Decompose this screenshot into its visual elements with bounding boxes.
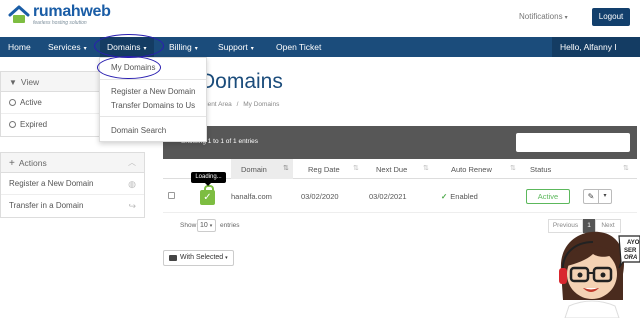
cell-auto-renew: ✓ Enabled: [441, 192, 478, 201]
sort-asc-icon[interactable]: ⇅: [283, 164, 289, 172]
sort-icon[interactable]: ⇅: [623, 164, 629, 172]
view-option-label: Expired: [20, 120, 48, 129]
actions-panel: + Actions ︿ Register a New Domain ◍ Transf…: [0, 152, 145, 218]
dropdown-my-domains[interactable]: My Domains: [111, 63, 155, 72]
notifications-menu[interactable]: Notifications ▾: [519, 12, 568, 21]
ssl-lock-icon[interactable]: ✓: [200, 185, 215, 205]
row-checkbox[interactable]: [168, 192, 175, 199]
nav-billing-label: Billing: [169, 42, 192, 52]
page-size-select[interactable]: 10 ▾: [197, 219, 216, 232]
actions-panel-title: Actions: [18, 158, 47, 168]
main-navbar: Home Services ▾ Domains ▾ Billing ▾ Support…: [0, 37, 640, 57]
sort-icon[interactable]: ⇅: [423, 164, 429, 172]
with-selected-button[interactable]: With Selected ▾: [163, 250, 234, 266]
radio-icon: [9, 121, 16, 128]
brand-name-part1: rumah: [33, 3, 81, 20]
cell-domain[interactable]: hanalfa.com: [231, 192, 272, 201]
logout-button[interactable]: Logout: [592, 8, 630, 26]
folder-icon: [169, 255, 177, 261]
sort-icon[interactable]: ⇅: [353, 164, 359, 172]
chevron-up-icon[interactable]: ︿: [128, 153, 136, 173]
breadcrumb: Client Area / My Domains: [200, 101, 279, 108]
top-header: rumahweb fearless hosting solution Notif…: [0, 0, 640, 37]
wrench-icon[interactable]: ✎: [583, 189, 599, 204]
action-register-domain[interactable]: Register a New Domain ◍: [1, 173, 144, 195]
nav-services-label: Services: [48, 42, 81, 52]
caret-down-icon: ▾: [564, 15, 568, 21]
column-next-due[interactable]: Next Due: [376, 165, 407, 174]
house-logo-icon: [8, 4, 30, 26]
nav-open-ticket-label: Open Ticket: [276, 42, 322, 52]
action-transfer-domain[interactable]: Transfer in a Domain ↪: [1, 195, 144, 217]
speech-line-2: SER: [624, 248, 637, 254]
plus-icon: +: [9, 158, 15, 169]
nav-home[interactable]: Home: [8, 37, 31, 57]
nav-support[interactable]: Support ▾: [218, 37, 254, 57]
entries-label: entries: [220, 222, 240, 229]
brand-logo[interactable]: rumahweb fearless hosting solution: [8, 4, 111, 26]
actions-panel-header[interactable]: + Actions ︿: [1, 153, 144, 173]
globe-icon: ◍: [128, 179, 136, 189]
nav-billing[interactable]: Billing ▾: [169, 37, 198, 57]
column-status[interactable]: Status: [530, 165, 551, 174]
sort-icon[interactable]: ⇅: [510, 164, 516, 172]
show-label: Show: [180, 222, 197, 229]
nav-support-label: Support: [218, 42, 248, 52]
view-option-label: Active: [20, 98, 42, 107]
user-menu[interactable]: Hello, Alfanny I: [552, 37, 640, 57]
user-greeting: Hello, Alfanny I: [560, 42, 617, 52]
nav-services[interactable]: Services ▾: [48, 37, 87, 57]
cell-reg-date: 03/02/2020: [301, 192, 339, 201]
status-badge: Active: [526, 189, 570, 204]
table-toolbar: Showing 1 to 1 of 1 entries: [163, 126, 637, 159]
caret-down-icon[interactable]: ▾: [599, 189, 612, 204]
dropdown-domain-search[interactable]: Domain Search: [111, 126, 166, 135]
share-arrow-icon: ↪: [128, 201, 136, 211]
page-size-value: 10: [200, 222, 208, 229]
page-title: Domains: [200, 70, 283, 93]
speech-line-3: ORA: [624, 255, 637, 261]
table-header-row: Domain ⇅ Reg Date ⇅ Next Due ⇅ Auto Rene…: [163, 159, 637, 179]
dropdown-register-domain[interactable]: Register a New Domain: [111, 87, 195, 96]
nav-domains[interactable]: Domains ▾: [100, 37, 154, 57]
with-selected-label: With Selected: [180, 254, 224, 261]
column-domain[interactable]: Domain: [241, 165, 267, 174]
auto-renew-value: Enabled: [450, 192, 478, 201]
table-search-input[interactable]: [516, 133, 630, 152]
view-panel-title: View: [20, 77, 40, 87]
nav-home-label: Home: [8, 42, 31, 52]
action-label: Register a New Domain: [9, 179, 94, 188]
check-icon: ✓: [441, 192, 448, 201]
caret-down-icon: ▾: [225, 255, 228, 261]
nav-domains-label: Domains: [107, 42, 141, 52]
filter-icon: ▼: [9, 78, 17, 87]
dropdown-transfer-domains[interactable]: Transfer Domains to Us: [111, 101, 195, 110]
mascot-illustration: AYO SER ORA: [553, 228, 640, 318]
column-reg-date[interactable]: Reg Date: [308, 165, 340, 174]
caret-down-icon: ▾: [83, 46, 87, 52]
table-row[interactable]: ✓ hanalfa.com 03/02/2020 03/02/2021 ✓ Ena…: [163, 180, 637, 213]
caret-down-icon: ▾: [250, 46, 254, 52]
brand-name-part2: web: [80, 3, 111, 20]
caret-down-icon: ▾: [194, 46, 198, 52]
dropdown-divider: [100, 116, 206, 117]
column-auto-renew[interactable]: Auto Renew: [451, 165, 492, 174]
breadcrumb-separator: /: [236, 101, 239, 108]
cell-next-due: 03/02/2021: [369, 192, 407, 201]
caret-down-icon: ▾: [143, 46, 147, 52]
notifications-label: Notifications: [519, 12, 563, 21]
speech-line-1: AYO: [627, 240, 640, 246]
radio-icon: [9, 99, 16, 106]
caret-down-icon: ▾: [209, 223, 213, 229]
loading-tooltip: Loading...: [191, 172, 226, 186]
brand-tagline: fearless hosting solution: [33, 20, 87, 26]
breadcrumb-my-domains: My Domains: [243, 101, 280, 108]
nav-open-ticket[interactable]: Open Ticket: [276, 37, 321, 57]
dropdown-divider: [100, 79, 206, 80]
action-label: Transfer in a Domain: [9, 201, 84, 210]
domains-dropdown: My Domains Register a New Domain Transfe…: [99, 57, 207, 142]
